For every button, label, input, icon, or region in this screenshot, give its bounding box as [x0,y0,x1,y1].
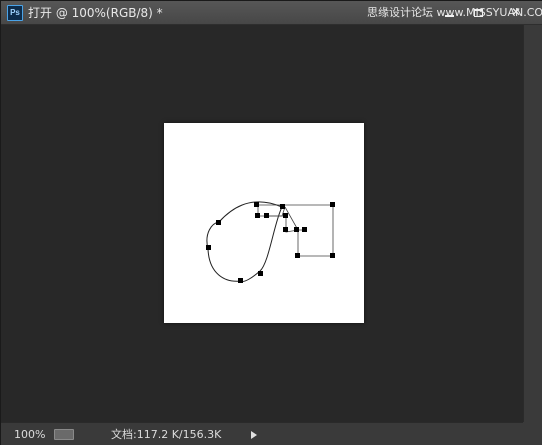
close-icon: ✕ [510,5,522,19]
zoom-scrubber[interactable] [54,429,74,440]
anchor-point[interactable] [264,213,269,218]
document-size-info: 文档:117.2 K/156.3K [111,428,222,441]
anchor-point[interactable] [330,253,335,258]
scrollbar-corner [523,422,542,445]
work-path-curve[interactable] [206,201,283,282]
close-button[interactable]: ✕ [495,3,537,21]
anchor-point[interactable] [254,202,259,207]
anchor-point[interactable] [238,278,243,283]
maximize-button[interactable] [467,3,489,21]
title-bar[interactable]: Ps 打开 @ 100%(RGB/8) * 思缘设计论坛 www.MISSYUA… [1,1,542,25]
anchor-point[interactable] [302,227,307,232]
work-path-connector[interactable] [267,206,299,233]
minimize-icon [444,14,454,17]
document-window: Ps 打开 @ 100%(RGB/8) * 思缘设计论坛 www.MISSYUA… [0,0,542,445]
anchor-point[interactable] [283,227,288,232]
anchor-point[interactable] [330,202,335,207]
zoom-level-field[interactable]: 100% [14,427,45,443]
minimize-button[interactable] [438,3,460,21]
anchor-point[interactable] [294,227,299,232]
anchor-point[interactable] [255,213,260,218]
pen-path[interactable] [164,123,364,323]
anchor-point[interactable] [283,213,288,218]
anchor-point[interactable] [206,245,211,250]
document-title: 打开 @ 100%(RGB/8) * [28,6,163,20]
anchor-point[interactable] [216,220,221,225]
status-bar: 100% 文档:117.2 K/156.3K [1,422,523,445]
status-menu-arrow-icon[interactable] [251,431,257,439]
canvas-workspace[interactable] [1,25,523,422]
anchor-point[interactable] [280,204,285,209]
vertical-scrollbar[interactable] [523,25,542,422]
anchor-point[interactable] [258,271,263,276]
anchor-points[interactable] [206,202,335,283]
anchor-point[interactable] [295,253,300,258]
photoshop-icon: Ps [7,5,23,21]
maximize-icon [473,8,483,17]
